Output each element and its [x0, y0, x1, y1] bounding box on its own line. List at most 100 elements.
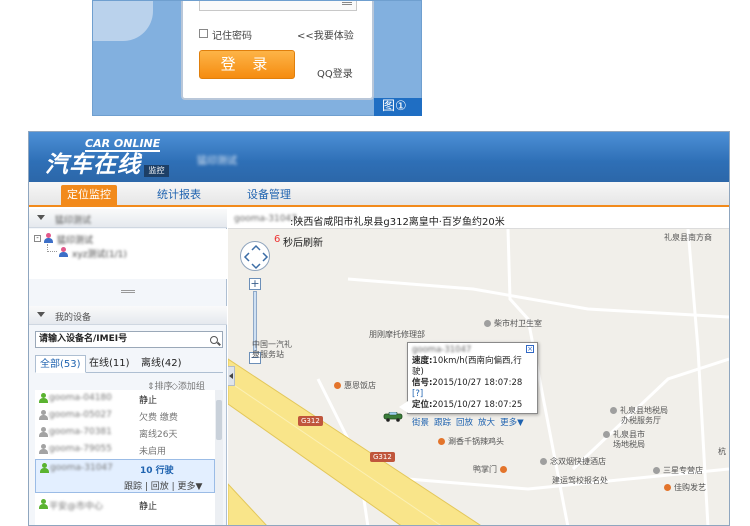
- poi-label: 鸭掌门: [473, 464, 510, 475]
- address-device-name: gooma-31047: [234, 214, 297, 224]
- device-status: 静止: [139, 502, 158, 512]
- user-icon: [59, 247, 69, 257]
- filter-all[interactable]: 全部(53): [35, 355, 86, 373]
- poi-label: 惠恩饭店: [334, 380, 376, 391]
- vehicle-marker-icon[interactable]: [382, 412, 404, 422]
- poi-label: 念双烟快捷酒店: [540, 456, 606, 467]
- poi-label: 涮香千锅辣鸡头: [438, 436, 504, 447]
- popup-locate-line: 定位:2015/10/27 18:07:25: [412, 400, 523, 410]
- user-name: 猛印测试: [197, 156, 237, 167]
- device-status: 静止: [139, 396, 158, 406]
- tab-statistics[interactable]: 统计报表: [151, 185, 207, 205]
- group-panel-header[interactable]: 猛印测试: [29, 209, 227, 228]
- popup-speed-line: 速度:10km/h(西南向偏西,行驶): [412, 356, 522, 377]
- dropdown-icon: [342, 2, 352, 5]
- street-view-link[interactable]: 街景: [412, 418, 429, 428]
- poi-label: 朋刚摩托修理部: [369, 330, 425, 339]
- device-list: gooma-04180 静止 gooma-05027 欠费 缴费 gooma-7…: [35, 390, 215, 525]
- device-name: gooma-79055: [49, 444, 112, 454]
- group-panel-title: 猛印测试: [55, 216, 92, 226]
- device-row[interactable]: gooma-79055 未启用: [35, 441, 215, 458]
- tree-root-label[interactable]: 猛印测试: [57, 233, 93, 246]
- signal-help-link[interactable]: [?]: [412, 389, 423, 399]
- figure-label: 图①: [374, 98, 422, 116]
- device-row[interactable]: gooma-04180 静止: [35, 390, 215, 407]
- logo-tag: 监控: [144, 165, 169, 177]
- map-pan-control[interactable]: [240, 241, 270, 271]
- more-link[interactable]: 更多▼: [500, 418, 524, 428]
- popup-device-name: gooma-31047: [412, 345, 472, 355]
- device-status: 离线26天: [139, 430, 178, 440]
- playback-link[interactable]: 回放: [456, 418, 473, 428]
- account-type-select[interactable]: [199, 1, 357, 11]
- pan-arrows-icon: [243, 244, 269, 270]
- poi-icon: [334, 382, 341, 389]
- filter-offline[interactable]: 离线(42): [137, 355, 186, 373]
- device-row-selected[interactable]: gooma-31047 10 行驶 跟踪 | 回放 | 更多▼: [35, 459, 215, 493]
- trial-link[interactable]: <<我要体验: [297, 27, 354, 42]
- search-icon[interactable]: [210, 336, 218, 344]
- device-actions[interactable]: 跟踪 | 回放 | 更多▼: [124, 479, 202, 492]
- collapse-icon[interactable]: [37, 312, 45, 317]
- tab-location-monitor[interactable]: 定位监控: [61, 185, 117, 205]
- poi-label: 柴市村卫生室: [484, 318, 542, 329]
- device-name: gooma-31047: [50, 463, 113, 473]
- collapse-icon[interactable]: [37, 215, 45, 220]
- map-background: [93, 1, 153, 41]
- address-bar: gooma-31047 :陕西省咸阳市礼泉县g312离皇中·百岁鱼约20米: [228, 209, 729, 229]
- road-shield: G312: [298, 416, 323, 426]
- device-online-icon: [39, 499, 48, 509]
- device-offline-icon: [39, 427, 48, 437]
- poi-label: 场地税局: [613, 440, 645, 449]
- tree-child-label[interactable]: xyz测试(1/1): [72, 247, 127, 260]
- popup-pointer: [399, 401, 408, 413]
- remember-password-label: 记住密码: [212, 31, 252, 42]
- poi-label: 三星专营店: [653, 465, 703, 476]
- map-view[interactable]: gooma-31047 :陕西省咸阳市礼泉县g312离皇中·百岁鱼约20米 6 …: [228, 209, 729, 525]
- tree-connector: [47, 244, 57, 252]
- group-tree: - 猛印测试 xyz测试(1/1): [29, 229, 227, 279]
- poi-icon: [603, 431, 610, 438]
- collapse-panel-handle[interactable]: [228, 366, 235, 386]
- zoom-link[interactable]: 放大: [478, 418, 495, 428]
- device-status: 未启用: [139, 447, 167, 457]
- vehicle-info-popup: × gooma-31047 速度:10km/h(西南向偏西,行驶) 信号:201…: [399, 342, 538, 428]
- device-name: 平安@市中心: [49, 502, 104, 512]
- device-filter-tabs: 全部(53) 在线(11) 离线(42): [35, 355, 223, 373]
- remember-password-checkbox[interactable]: [199, 29, 208, 38]
- tree-toggle-icon[interactable]: -: [34, 235, 41, 242]
- device-status: 10 行驶: [140, 466, 174, 476]
- login-button[interactable]: 登 录: [199, 50, 295, 79]
- track-link[interactable]: 跟踪: [434, 418, 451, 428]
- zoom-in-button[interactable]: +: [249, 278, 261, 290]
- logo-chinese: 汽车在线: [45, 151, 141, 178]
- device-list-scrollbar[interactable]: [215, 390, 223, 525]
- device-name: gooma-04180: [49, 393, 112, 403]
- device-online-icon: [39, 393, 48, 403]
- device-name: gooma-70381: [49, 427, 112, 437]
- qq-login-link[interactable]: QQ登录: [317, 65, 353, 80]
- device-panel-title: 我的设备: [55, 313, 92, 323]
- monitor-app: CAR ONLINE 汽车在线 监控 猛印测试 定位监控 统计报表 设备管理 猛…: [28, 131, 730, 526]
- app-logo: CAR ONLINE 汽车在线 监控: [45, 137, 185, 178]
- login-screenshot: 记住密码 <<我要体验 登 录 QQ登录: [92, 0, 422, 116]
- tab-device-management[interactable]: 设备管理: [241, 185, 297, 205]
- popup-signal-line: 信号:2015/10/27 18:07:28 [?]: [412, 378, 523, 399]
- device-row[interactable]: 平安@市中心 静止: [35, 496, 215, 513]
- device-name: gooma-05027: [49, 410, 112, 420]
- panel-splitter[interactable]: [121, 290, 135, 293]
- device-search-input[interactable]: 请输入设备名/IMEI号: [35, 331, 223, 348]
- poi-icon: [540, 458, 547, 465]
- poi-label: 佳购发艺: [664, 482, 706, 493]
- poi-icon: [438, 438, 445, 445]
- filter-online[interactable]: 在线(11): [85, 355, 134, 373]
- road-shield: G312: [370, 452, 395, 462]
- user-group-icon: [44, 233, 54, 243]
- main-nav: 定位监控 统计报表 设备管理: [29, 182, 729, 207]
- device-panel-header[interactable]: 我的设备: [29, 306, 227, 325]
- poi-label: 杭: [718, 447, 726, 456]
- poi-icon: [610, 407, 617, 414]
- device-row[interactable]: gooma-70381 离线26天: [35, 424, 215, 441]
- address-text: :陕西省咸阳市礼泉县g312离皇中·百岁鱼约20米: [290, 217, 505, 228]
- device-row[interactable]: gooma-05027 欠费 缴费: [35, 407, 215, 424]
